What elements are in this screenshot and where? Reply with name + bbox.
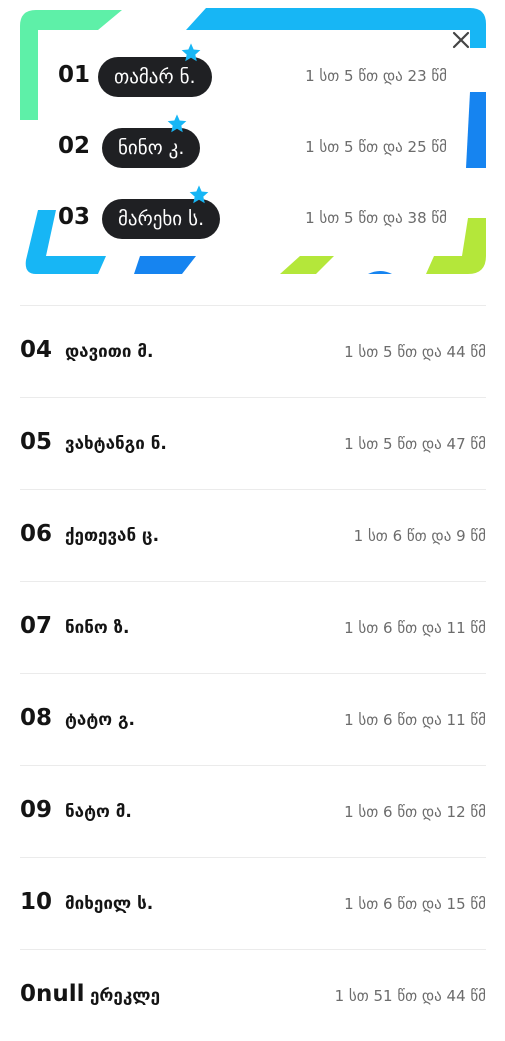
leaderboard-row[interactable]: 07 ნინო ზ. 1 სთ 6 წთ და 11 წმ	[20, 581, 486, 673]
leaderboard-row[interactable]: 08 ტატო გ. 1 სთ 6 წთ და 11 წმ	[20, 673, 486, 765]
rank-number: 0null	[20, 981, 85, 1007]
finish-time: 1 სთ 6 წთ და 11 წმ	[344, 619, 486, 637]
participant-name: ტატო გ.	[65, 710, 136, 730]
leaderboard-row[interactable]: 09 ნატო მ. 1 სთ 6 წთ და 12 წმ	[20, 765, 486, 857]
finish-time: 1 სთ 6 წთ და 15 წმ	[344, 895, 486, 913]
winner-name-pill: მარეხი ს.	[102, 185, 221, 239]
participant-name: მიხეილ ს.	[65, 894, 154, 914]
winner-name-pill: ნინო კ.	[102, 114, 201, 168]
finish-time: 1 სთ 6 წთ და 11 წმ	[344, 711, 486, 729]
rank-number: 07	[20, 613, 53, 639]
finish-time: 1 სთ 5 წთ და 38 წმ	[305, 209, 447, 227]
row-divider	[20, 397, 486, 398]
participant-name: დავითი მ.	[65, 342, 154, 362]
leaderboard-top-row[interactable]: 01 თამარ ნ. 1 სთ 5 წთ და 23 წმ	[0, 43, 505, 104]
leaderboard-top-row[interactable]: 03 მარეხი ს. 1 სთ 5 წთ და 38 წმ	[0, 185, 505, 246]
row-divider	[20, 305, 486, 306]
participant-name: თამარ ნ.	[114, 66, 196, 88]
row-divider	[20, 857, 486, 858]
star-icon	[189, 185, 209, 204]
star-icon	[168, 114, 187, 133]
finish-time: 1 სთ 5 წთ და 23 წმ	[305, 67, 447, 85]
current-user-row[interactable]: 0null ერეკლე 1 სთ 51 წთ და 44 წმ	[20, 949, 486, 1041]
top-three-podium: 01 თამარ ნ. 1 სთ 5 წთ და 23 წმ 02 ნინო კ…	[0, 0, 505, 300]
finish-time: 1 სთ 5 წთ და 44 წმ	[344, 343, 486, 361]
leaderboard-top-row[interactable]: 02 ნინო კ. 1 სთ 5 წთ და 25 წმ	[0, 114, 505, 175]
rank-number: 04	[20, 337, 53, 363]
rank-number: 01	[58, 62, 91, 88]
row-divider	[20, 673, 486, 674]
rank-number: 05	[20, 429, 53, 455]
finish-time: 1 სთ 6 წთ და 12 წმ	[344, 803, 486, 821]
leaderboard-row[interactable]: 04 დავითი მ. 1 სთ 5 წთ და 44 წმ	[20, 305, 486, 397]
participant-name: ნინო ზ.	[65, 618, 130, 638]
winner-name-pill: თამარ ნ.	[98, 43, 212, 97]
leaderboard-row[interactable]: 06 ქეთევან ც. 1 სთ 6 წთ და 9 წმ	[20, 489, 486, 581]
participant-name: ერეკლე	[90, 986, 160, 1006]
finish-time: 1 სთ 6 წთ და 9 წმ	[353, 527, 486, 545]
leaderboard-row[interactable]: 10 მიხეილ ს. 1 სთ 6 წთ და 15 წმ	[20, 857, 486, 949]
row-divider	[20, 765, 486, 766]
rank-number: 10	[20, 889, 53, 915]
finish-time: 1 სთ 51 წთ და 44 წმ	[334, 987, 486, 1005]
rank-number: 03	[58, 204, 91, 230]
rank-number: 02	[58, 133, 91, 159]
row-divider	[20, 949, 486, 950]
row-divider	[20, 581, 486, 582]
participant-name: მარეხი ს.	[118, 208, 205, 230]
leaderboard-row[interactable]: 05 ვახტანგი ნ. 1 სთ 5 წთ და 47 წმ	[20, 397, 486, 489]
participant-name: ქეთევან ც.	[65, 526, 160, 546]
rank-number: 06	[20, 521, 53, 547]
row-divider	[20, 489, 486, 490]
participant-name: ნინო კ.	[118, 137, 185, 159]
participant-name: ნატო მ.	[65, 802, 132, 822]
finish-time: 1 სთ 5 წთ და 25 წმ	[305, 138, 447, 156]
close-button[interactable]	[446, 25, 476, 55]
participant-name: ვახტანგი ნ.	[65, 434, 167, 454]
rank-number: 09	[20, 797, 53, 823]
rank-number: 08	[20, 705, 53, 731]
finish-time: 1 სთ 5 წთ და 47 წმ	[344, 435, 486, 453]
close-icon	[452, 31, 470, 49]
star-icon	[181, 43, 200, 62]
